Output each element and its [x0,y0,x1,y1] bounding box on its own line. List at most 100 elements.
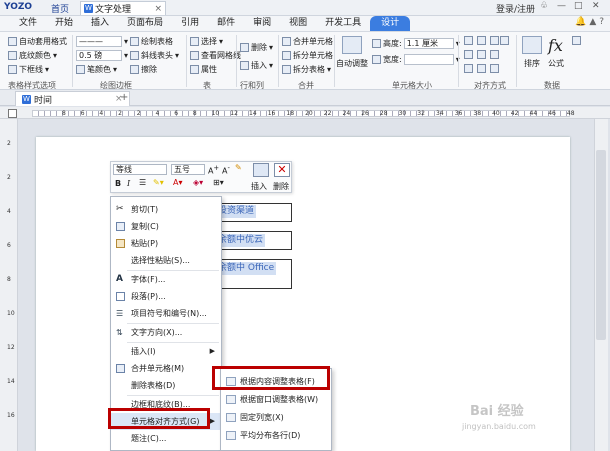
align-buttons-row3[interactable] [464,64,499,73]
doc-title-tab[interactable]: W 文字处理 × [80,1,166,15]
divider [334,35,335,87]
ribbon-controls[interactable]: 🔔 ▲ ? [575,17,604,27]
submenu-distribute-rows[interactable]: 平均分布各行(D) [221,427,331,444]
tab-reference[interactable]: 引用 [172,16,208,31]
home-tab[interactable]: 首页 [51,2,69,15]
tab-developer[interactable]: 开发工具 [316,16,370,31]
menu-insert[interactable]: 插入(I) ▶ [111,343,221,360]
tab-review[interactable]: 审阅 [244,16,280,31]
shading-icon[interactable]: ◈▾ [193,178,203,187]
menu-paste-special[interactable]: 选择性粘贴(S)... [111,252,221,269]
formula-button[interactable]: 公式 [548,58,564,69]
align-tr-icon[interactable] [490,36,499,45]
shrink-font-icon[interactable]: A- [222,164,230,176]
italic-button[interactable]: I [127,179,130,188]
menu-font[interactable]: A 字体(F)... [111,271,221,288]
selected-cell-text[interactable]: 投资渠道 [216,205,257,218]
tab-insert[interactable]: 插入 [82,16,118,31]
skin-icon[interactable]: ♧ [540,1,548,11]
submenu-fixed-width[interactable]: 固定列宽(X) [221,409,331,426]
submenu-autofit-window[interactable]: 根据窗口调整表格(W) [221,391,331,408]
close-tab-icon[interactable]: × [154,4,162,14]
sort-icon[interactable] [522,36,542,54]
line-style-select[interactable]: ——— ▾ [76,36,128,47]
sort-button[interactable]: 排序 [524,58,540,69]
properties-button[interactable]: 属性 [190,64,217,75]
align-mr-icon[interactable] [490,50,499,59]
selected-cell-text[interactable]: 余额中 Office [216,262,277,275]
tab-view[interactable]: 视图 [280,16,316,31]
insert-button[interactable]: 插入 [251,181,267,192]
login-link[interactable]: 登录/注册 [496,2,535,15]
align-center-icon[interactable]: ☰ [139,178,146,187]
new-tab-button[interactable]: + [120,92,128,103]
insert-button[interactable]: 插入 ▾ [240,60,273,71]
data-extra-button[interactable] [572,36,581,45]
tab-start[interactable]: 开始 [46,16,82,31]
merge-cells-button[interactable]: 合并单元格 [282,36,333,47]
underline-border-button[interactable]: 下框线 ▾ [8,64,49,75]
menu-bullets-numbering[interactable]: ☰ 项目符号和编号(N)... [111,305,221,322]
menu-delete-table[interactable]: 删除表格(D) [111,377,221,394]
grow-font-icon[interactable]: A+ [208,164,219,176]
split-table-button[interactable]: 拆分表格 ▾ [282,64,331,75]
align-ml-icon[interactable] [464,50,473,59]
tab-mail[interactable]: 邮件 [208,16,244,31]
selected-cell-text[interactable]: 余额中优云 [216,234,266,247]
align-bl-icon[interactable] [464,64,473,73]
tab-file[interactable]: 文件 [10,16,46,31]
menu-text-direction[interactable]: ⇅ 文字方向(X)... [111,324,221,341]
maximize-icon[interactable]: □ [574,1,583,11]
bold-button[interactable]: B [115,179,121,188]
delete-button[interactable]: 删除 [273,181,289,192]
font-select[interactable]: 等线 [113,164,167,175]
align-buttons-row2[interactable] [464,50,499,59]
height-control[interactable]: 高度:1.1 厘米 ▾ [372,38,460,49]
align-tc-icon[interactable] [477,36,486,45]
view-grid-button[interactable]: 查看网格线 [190,50,241,61]
ruler-scale[interactable] [32,110,570,117]
width-icon [372,55,381,64]
formula-icon[interactable]: fx [548,36,563,55]
menu-merge-cells[interactable]: 合并单元格(M) [111,360,221,377]
menu-paragraph[interactable]: 段落(P)... [111,288,221,305]
draw-table-button[interactable]: 绘制表格 [130,36,173,47]
shading-color-button[interactable]: 底纹颜色 ▾ [8,50,57,61]
insert-table-icon[interactable] [253,163,269,177]
align-mc-icon[interactable] [477,50,486,59]
close-icon[interactable]: ✕ [592,1,600,11]
auto-fit-icon[interactable] [342,36,362,54]
select-button[interactable]: 选择 ▾ [190,36,223,47]
pen-color-button[interactable]: 笔颜色 ▾ [76,64,117,75]
scrollbar-thumb[interactable] [596,150,606,340]
menu-paste[interactable]: 粘贴(P) [111,235,221,252]
line-width-select[interactable]: 0.5 磅 ▾ [76,50,128,61]
erase-button[interactable]: 擦除 [130,64,157,75]
text-direction-button[interactable] [500,36,509,45]
align-buttons-row1[interactable] [464,36,499,45]
font-color-icon[interactable]: A▾ [173,178,183,187]
format-painter-icon[interactable]: ✎ [235,163,242,172]
split-cells-button[interactable]: 拆分单元格 [282,50,333,61]
delete-button[interactable]: 删除 ▾ [240,42,273,53]
border-icon[interactable]: ⊞▾ [213,178,224,187]
document-tab[interactable]: W 时间 × [15,91,130,106]
delete-table-icon[interactable]: ✕ [274,163,290,177]
ruler-number: 40 [492,110,500,117]
tab-design[interactable]: 设计 [370,16,411,31]
align-bc-icon[interactable] [477,64,486,73]
auto-table-style-button[interactable]: 自动套用格式 [8,36,67,47]
menu-copy[interactable]: 复制(C) [111,218,221,235]
highlight-icon[interactable]: ✎▾ [153,178,164,187]
align-tl-icon[interactable] [464,36,473,45]
diagonal-header-button[interactable]: 斜线表头 ▾ [130,50,179,61]
width-control[interactable]: 宽度: ▾ [372,54,460,65]
minimize-icon[interactable]: — [557,1,566,11]
tab-stop-selector[interactable] [8,109,17,118]
menu-caption[interactable]: 题注(C)... [111,430,221,447]
menu-cut[interactable]: ✂ 剪切(T) [111,201,221,218]
auto-fit-button[interactable]: 自动调整 [336,58,368,69]
tab-page-layout[interactable]: 页面布局 [118,16,172,31]
font-size-select[interactable]: 五号 [171,164,205,175]
align-br-icon[interactable] [490,64,499,73]
